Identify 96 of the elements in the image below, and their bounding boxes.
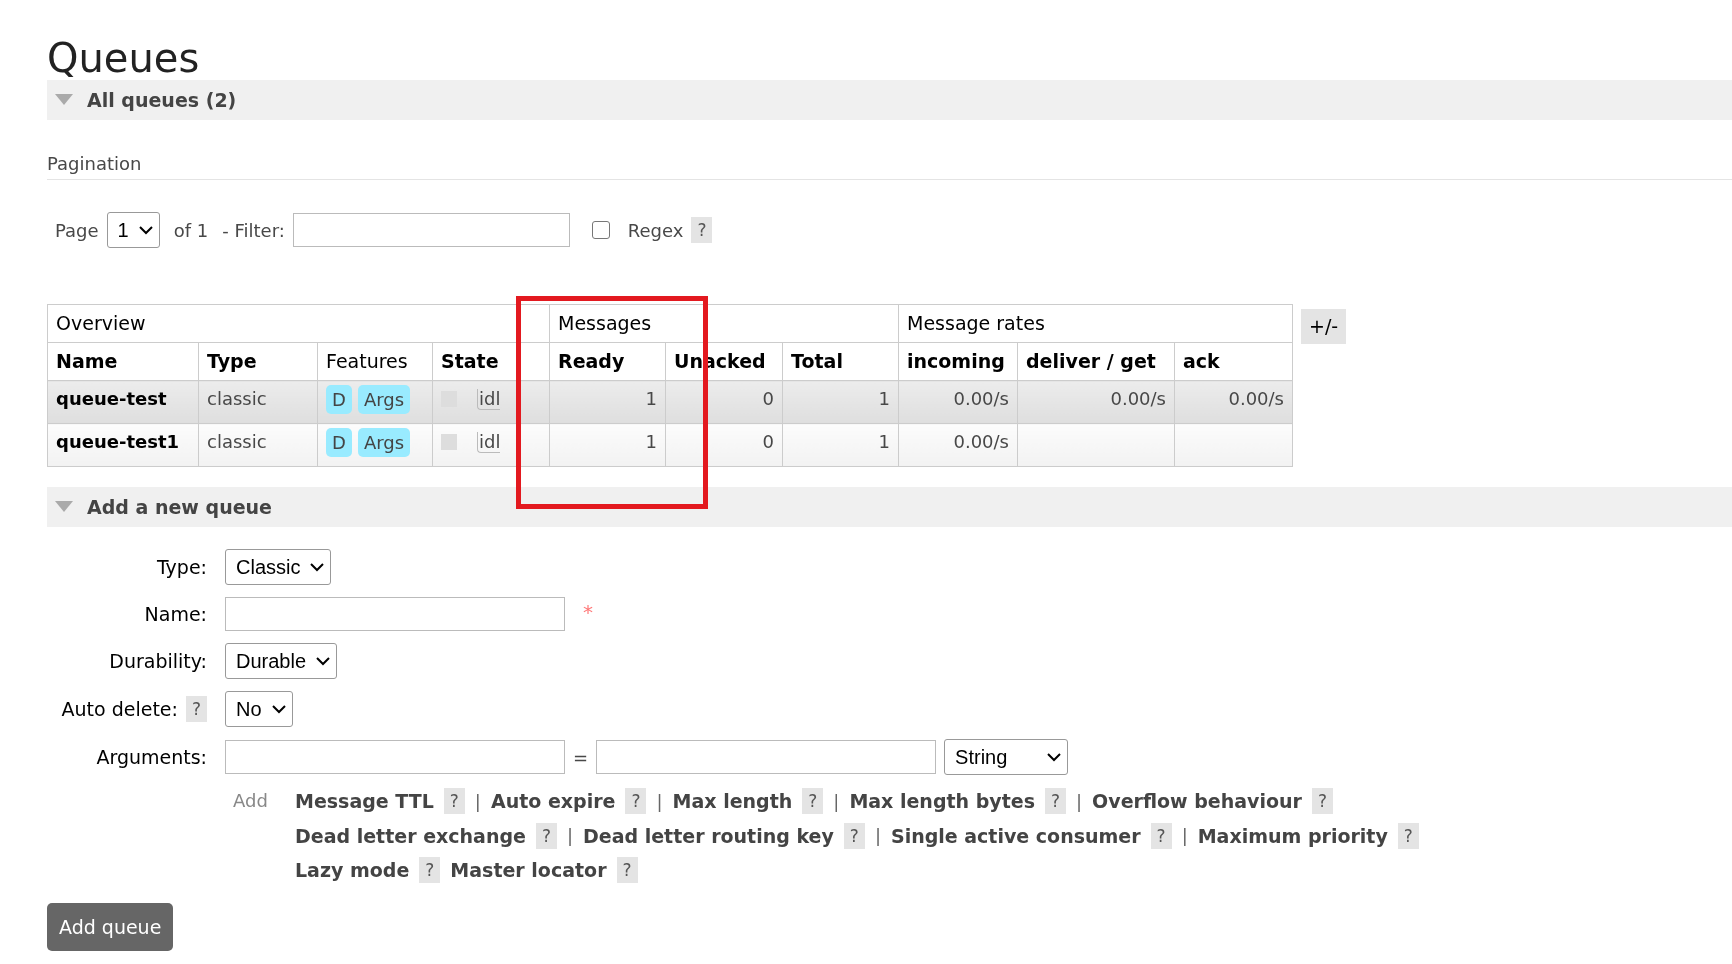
regex-label: Regex xyxy=(627,218,684,243)
argument-link[interactable]: Lazy mode xyxy=(295,856,410,885)
argument-value-field[interactable] xyxy=(596,740,937,774)
argument-link[interactable]: Max length bytes xyxy=(849,787,1035,816)
add-label: Add xyxy=(232,789,269,813)
column-header: incoming xyxy=(898,342,1018,381)
table-row[interactable]: queue-test classic D Args idl 1 0 1 0.00/s 0.00/s 0.00/s xyxy=(47,380,1293,424)
queue-name-cell: queue-test1 xyxy=(47,423,199,467)
separator: | xyxy=(1181,824,1188,849)
table-cell: 1 xyxy=(549,380,666,424)
help-button[interactable]: ? xyxy=(802,788,824,815)
caret-icon xyxy=(1047,752,1062,762)
caret-icon xyxy=(138,225,153,235)
state-icon xyxy=(441,434,457,450)
table-cell: 1 xyxy=(782,423,899,467)
argument-link[interactable]: Max length xyxy=(672,787,793,816)
table-cell: 1 xyxy=(549,423,666,467)
table-row[interactable]: queue-test1 classic D Args idl 1 0 1 0.00/s xyxy=(47,423,1293,467)
page-title: Queues xyxy=(47,36,201,80)
table-cell: 0.00/s xyxy=(1174,380,1293,424)
table-cell: classic xyxy=(198,380,318,424)
column-header: ack xyxy=(1174,342,1293,381)
caret-icon xyxy=(271,704,286,714)
feature-tag: D xyxy=(326,428,352,457)
field-label: Type: xyxy=(156,554,207,580)
select-field[interactable]: 1 xyxy=(106,212,160,248)
name-field[interactable] xyxy=(225,597,565,631)
column-header: Features xyxy=(317,342,433,381)
feature-tag: Args xyxy=(357,385,411,414)
help-button[interactable]: ? xyxy=(419,857,441,884)
argument-link[interactable]: Master locator xyxy=(450,856,607,885)
section-label: Pagination xyxy=(47,150,1732,180)
help-button[interactable]: ? xyxy=(625,788,647,815)
queue-name-cell: queue-test xyxy=(47,380,199,424)
argument-link[interactable]: Maximum priority xyxy=(1197,821,1388,850)
filter-field[interactable] xyxy=(292,213,570,247)
field-label: Durability: xyxy=(109,648,207,674)
select-field[interactable]: No xyxy=(225,691,293,727)
filter-label: - Filter: xyxy=(222,218,285,243)
page-count: of 1 xyxy=(173,218,209,243)
table-cell: 1 xyxy=(782,380,899,424)
table-cell: classic xyxy=(198,423,318,467)
help-button[interactable]: ? xyxy=(1311,788,1333,815)
feature-tag: Args xyxy=(357,428,411,457)
section-header[interactable]: All queues (2) xyxy=(47,80,1732,120)
field-label: Arguments: xyxy=(96,744,207,770)
equals-sign: = xyxy=(573,745,589,770)
field-label: Auto delete: xyxy=(61,696,178,722)
column-header: Type xyxy=(198,342,318,381)
help-button[interactable]: ? xyxy=(443,788,465,815)
table-cell: 0.00/s xyxy=(898,380,1018,424)
argument-link[interactable]: Overflow behaviour xyxy=(1092,787,1302,816)
add-queue-button[interactable]: Add queue xyxy=(47,902,174,951)
state-label: idl xyxy=(477,389,501,410)
state-label: idl xyxy=(477,432,501,453)
columns-toggle-button[interactable]: +/- xyxy=(1301,309,1347,344)
argument-link[interactable]: Single active consumer xyxy=(890,821,1141,850)
argument-key-field[interactable] xyxy=(225,740,565,774)
help-button[interactable]: ? xyxy=(535,822,557,849)
table-cell: 0.00/s xyxy=(898,423,1018,467)
field-label: Name: xyxy=(144,601,207,627)
help-button[interactable]: ? xyxy=(1150,822,1172,849)
column-header: Name xyxy=(47,342,199,381)
argument-link[interactable]: Message TTL xyxy=(295,787,434,816)
help-button[interactable]: ? xyxy=(616,857,638,884)
separator: | xyxy=(1076,789,1083,814)
separator: | xyxy=(833,789,840,814)
table-cell: 0.00/s xyxy=(1017,380,1175,424)
column-header: Total xyxy=(782,342,899,381)
help-button[interactable]: ? xyxy=(843,822,865,849)
section-header[interactable]: Add a new queue xyxy=(47,487,1732,527)
argument-link[interactable]: Auto expire xyxy=(490,787,616,816)
caret-icon xyxy=(316,656,331,666)
select-field[interactable]: Classic xyxy=(225,549,332,585)
separator: | xyxy=(656,789,663,814)
help-button[interactable]: ? xyxy=(1397,822,1419,849)
caret-icon xyxy=(310,562,325,572)
column-group-header: Messages xyxy=(549,304,899,343)
argument-link[interactable]: Dead letter routing key xyxy=(583,821,834,850)
column-group-header: Message rates xyxy=(898,304,1293,343)
page-label: Page xyxy=(55,218,99,243)
required-mark: * xyxy=(583,599,593,626)
help-button[interactable]: ? xyxy=(1045,788,1067,815)
column-header: deliver / get xyxy=(1017,342,1175,381)
select-field[interactable]: String xyxy=(944,739,1069,775)
separator: | xyxy=(874,824,881,849)
feature-tag: D xyxy=(326,385,352,414)
column-group-header: Overview xyxy=(47,304,550,343)
separator: | xyxy=(566,824,573,849)
column-header: Ready xyxy=(549,342,666,381)
argument-link[interactable]: Dead letter exchange xyxy=(295,821,526,850)
select-field[interactable]: Durable xyxy=(225,643,338,679)
help-button[interactable]: ? xyxy=(185,695,207,723)
regex-checkbox[interactable] xyxy=(591,221,610,239)
help-button[interactable]: ? xyxy=(691,216,713,244)
separator: | xyxy=(474,789,481,814)
